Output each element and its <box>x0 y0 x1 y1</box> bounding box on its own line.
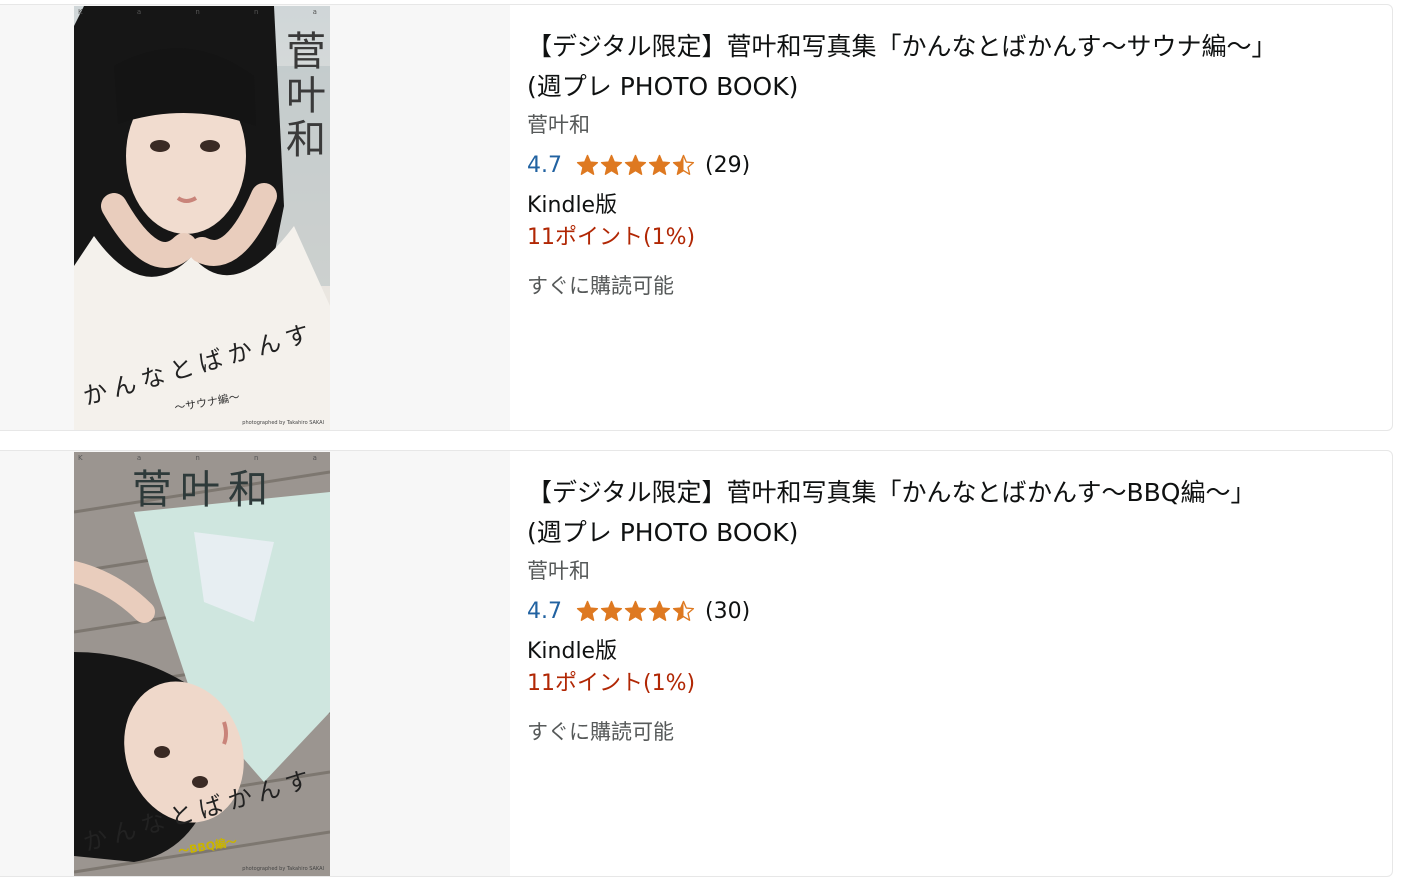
product-cover-image[interactable]: K a n n a K a n 菅叶和 かんなとばかんす 〜BBQ編〜 phot… <box>74 452 330 876</box>
product-card: K a n n a K a n 菅叶和 かんなとばかんす 〜サウナ編〜 phot… <box>0 4 1393 431</box>
star-rating[interactable] <box>576 600 695 622</box>
star-full-icon <box>624 600 647 621</box>
cover-name: 菅叶和 <box>132 467 276 513</box>
product-author[interactable]: 菅叶和 <box>527 556 1367 586</box>
product-title-link[interactable]: 【デジタル限定】菅叶和写真集「かんなとばかんす〜サウナ編〜」 (週プレ PHOT… <box>527 27 1367 107</box>
cover-credit: photographed by Takahiro SAKAI <box>242 866 324 872</box>
star-full-icon <box>600 154 623 175</box>
format-link[interactable]: Kindle版 <box>527 192 1367 220</box>
availability-status: すぐに購読可能 <box>527 720 674 744</box>
product-info: 【デジタル限定】菅叶和写真集「かんなとばかんす〜サウナ編〜」 (週プレ PHOT… <box>527 27 1367 300</box>
star-full-icon <box>576 154 599 175</box>
product-card: K a n n a K a n 菅叶和 かんなとばかんす 〜BBQ編〜 phot… <box>0 450 1393 877</box>
product-image-well: K a n n a K a n 菅叶和 かんなとばかんす 〜サウナ編〜 phot… <box>0 5 510 430</box>
review-count-link[interactable]: (30) <box>705 599 750 624</box>
points-earned: 11ポイント(1%) <box>527 225 696 250</box>
star-full-icon <box>576 600 599 621</box>
product-cover-image[interactable]: K a n n a K a n 菅叶和 かんなとばかんす 〜サウナ編〜 phot… <box>74 6 330 430</box>
availability-status: すぐに購読可能 <box>527 274 674 298</box>
star-full-icon <box>600 600 623 621</box>
product-title-line-1: 【デジタル限定】菅叶和写真集「かんなとばかんす〜サウナ編〜」 <box>527 32 1277 61</box>
star-half-icon <box>672 600 695 621</box>
product-title-line-2: (週プレ PHOTO BOOK) <box>527 72 799 101</box>
product-info: 【デジタル限定】菅叶和写真集「かんなとばかんす〜BBQ編〜」 (週プレ PHOT… <box>527 473 1367 746</box>
cover-name: 菅叶和 <box>279 30 325 162</box>
product-image-well: K a n n a K a n 菅叶和 かんなとばかんす 〜BBQ編〜 phot… <box>0 451 510 876</box>
rating-row: 4.7 (29) <box>527 150 1367 180</box>
product-author[interactable]: 菅叶和 <box>527 110 1367 140</box>
product-title-line-1: 【デジタル限定】菅叶和写真集「かんなとばかんす〜BBQ編〜」 <box>527 478 1256 507</box>
rating-row: 4.7 (30) <box>527 596 1367 626</box>
star-half-icon <box>672 154 695 175</box>
cover-name-roman: K a n n a K a n <box>78 454 330 462</box>
review-count-link[interactable]: (29) <box>705 153 750 178</box>
star-full-icon <box>624 154 647 175</box>
star-full-icon <box>648 154 671 175</box>
star-full-icon <box>648 600 671 621</box>
product-title-line-2: (週プレ PHOTO BOOK) <box>527 518 799 547</box>
points-earned: 11ポイント(1%) <box>527 671 696 696</box>
format-link[interactable]: Kindle版 <box>527 638 1367 666</box>
cover-credit: photographed by Takahiro SAKAI <box>242 420 324 426</box>
product-title-link[interactable]: 【デジタル限定】菅叶和写真集「かんなとばかんす〜BBQ編〜」 (週プレ PHOT… <box>527 473 1367 553</box>
cover-name-roman: K a n n a K a n <box>78 8 330 16</box>
rating-value[interactable]: 4.7 <box>527 153 562 178</box>
star-rating[interactable] <box>576 154 695 176</box>
rating-value[interactable]: 4.7 <box>527 599 562 624</box>
